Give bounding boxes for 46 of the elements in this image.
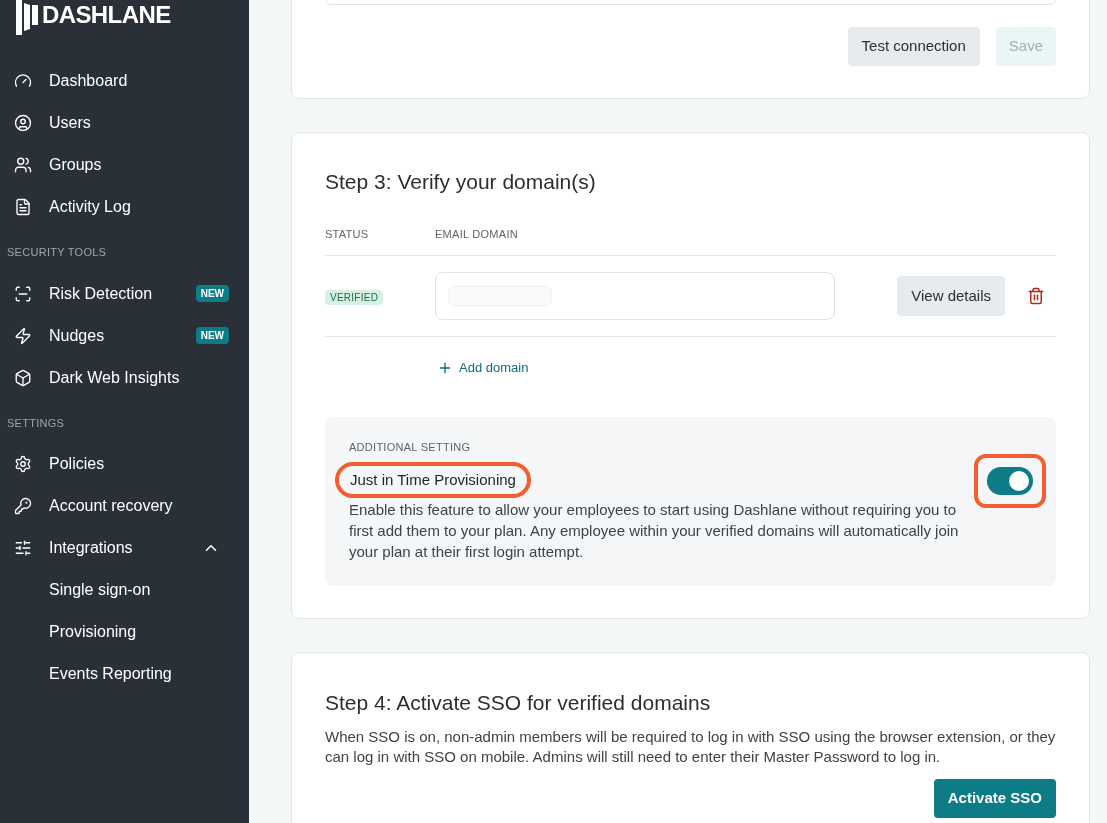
new-badge: NEW: [195, 327, 229, 344]
setting-description: Enable this feature to allow your employees to start using Dashlane without requiring you to first add them to your plan. Any employee within your verified domains will automatically join your plan at their first login attempt.: [349, 500, 960, 562]
sidebar-item[interactable]: Nudges: [49, 323, 105, 348]
logo-wordmark: DASHLANE: [42, 0, 171, 30]
action-button[interactable]: Test connection: [847, 27, 980, 66]
domain-field[interactable]: [435, 272, 835, 320]
trash-icon[interactable]: [1027, 287, 1045, 305]
users-icon: [14, 156, 32, 174]
sidebar-subitem[interactable]: Single sign-on: [49, 578, 151, 602]
sidebar-item[interactable]: Activity Log: [49, 195, 131, 219]
sidebar-item[interactable]: Users: [49, 111, 91, 135]
cube-icon: [14, 368, 32, 387]
section-heading: SETTINGS: [6, 415, 66, 431]
section-description: When SSO is on, non-admin members will be required to log in with SSO using the browser extension, or they can log in with SSO on mobile. Admins will still need to enter their Master Password to log in.: [325, 726, 1056, 767]
sidebar-subitem[interactable]: Provisioning: [49, 620, 137, 644]
settings-icon: [14, 455, 32, 473]
section-title: Step 3: Verify your domain(s): [325, 169, 597, 195]
new-badge: NEW: [195, 285, 229, 302]
section-heading: SECURITY TOOLS: [6, 245, 108, 260]
section-title: Step 4: Activate SSO for verified domains: [325, 690, 712, 716]
sidebar-item[interactable]: Integrations: [49, 536, 133, 560]
sidebar-subitem[interactable]: Events Reporting: [49, 662, 172, 686]
section-label: ADDITIONAL SETTING: [349, 440, 472, 455]
gauge-icon: [14, 72, 32, 90]
sidebar-item[interactable]: Risk Detection: [49, 281, 153, 306]
column-header: STATUS: [325, 226, 370, 242]
sidebar-item[interactable]: Account recovery: [49, 494, 173, 518]
plus-icon: [437, 360, 453, 376]
activate-sso-button[interactable]: Activate SSO: [933, 778, 1056, 818]
scan-icon: [14, 284, 32, 303]
sidebar-item[interactable]: Dark Web Insights: [49, 365, 180, 390]
lightning-icon: [14, 326, 32, 345]
sidebar-item[interactable]: Groups: [49, 153, 102, 177]
setting-title: Just in Time Provisioning: [335, 461, 531, 498]
toggle-switch[interactable]: [987, 467, 1033, 495]
sidebar-item[interactable]: Policies: [49, 452, 105, 476]
user-icon: [14, 114, 32, 132]
column-header: EMAIL DOMAIN: [435, 226, 518, 242]
sidebar-item[interactable]: Dashboard: [49, 69, 128, 93]
sliders-icon: [14, 539, 32, 557]
add-domain-link[interactable]: Add domain: [437, 358, 529, 378]
status-badge: VERIFIED: [325, 290, 384, 305]
key-icon: [14, 497, 32, 515]
view-details-button[interactable]: View details: [897, 276, 1005, 316]
logo-icon: [16, 0, 38, 35]
document-icon: [14, 198, 32, 216]
